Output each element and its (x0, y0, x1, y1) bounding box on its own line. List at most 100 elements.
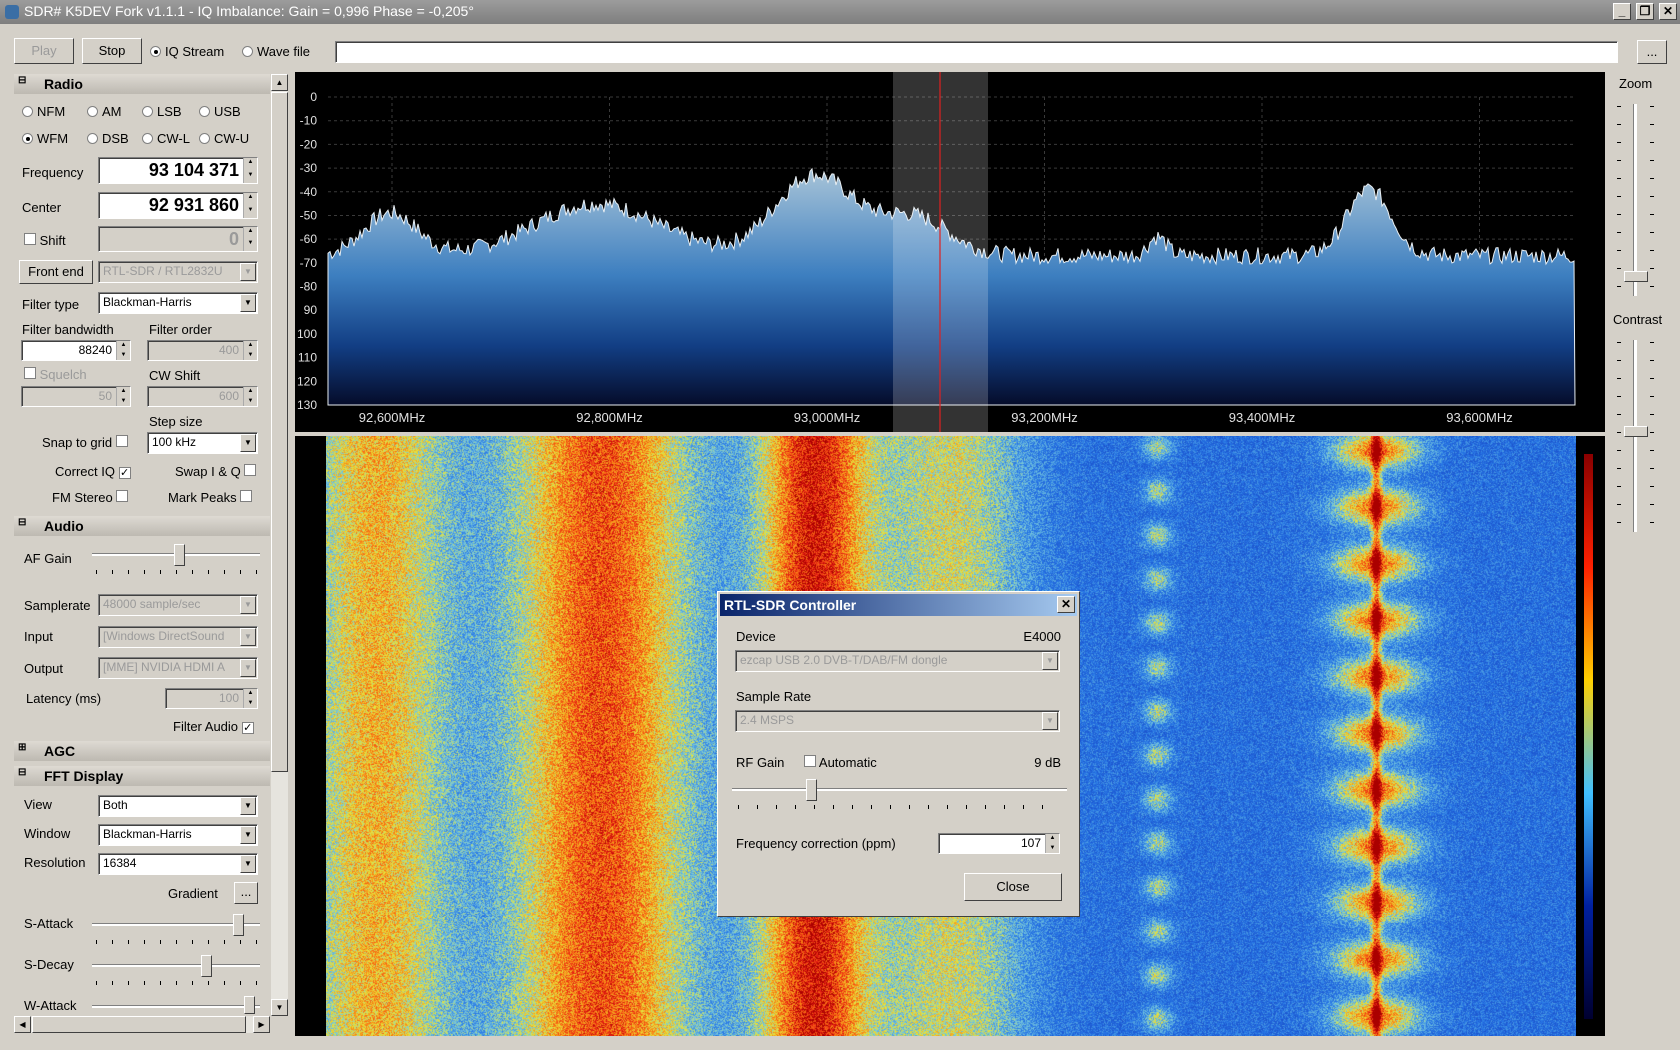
collapse-icon[interactable]: ⊟ (18, 767, 26, 778)
radio-section-header[interactable]: ⊟ Radio (14, 74, 270, 94)
latency-input[interactable]: 100 ▲ ▼ (165, 688, 258, 709)
s-decay-track[interactable] (92, 964, 260, 967)
scroll-thumb-h[interactable] (32, 1016, 246, 1033)
restore-icon[interactable]: ❐ (1636, 3, 1654, 20)
chevron-down-icon[interactable]: ▼ (1042, 712, 1058, 730)
mark-peaks-checkbox[interactable]: Mark Peaks (168, 490, 253, 505)
correct-iq-checkbox[interactable]: Correct IQ ✓ (55, 464, 131, 479)
w-attack-slider[interactable] (244, 996, 255, 1014)
squelch-checkbox[interactable]: Squelch (24, 367, 87, 382)
cw-shift-spinner[interactable]: ▲ ▼ (243, 387, 257, 406)
chevron-down-icon[interactable]: ▼ (240, 659, 256, 677)
front-end-select[interactable]: RTL-SDR / RTL2832U ▼ (98, 261, 258, 283)
scroll-up-icon[interactable]: ▲ (271, 74, 288, 91)
w-attack-track[interactable] (92, 1005, 260, 1008)
mode-cwl[interactable]: CW-L (142, 131, 190, 146)
center-spinner[interactable]: ▲ ▼ (243, 193, 257, 218)
panel-vertical-scrollbar[interactable]: ▲ ▼ (271, 74, 288, 1016)
filter-type-select[interactable]: Blackman-Harris ▼ (98, 292, 258, 314)
sample-rate-select[interactable]: 2.4 MSPS ▼ (735, 710, 1060, 732)
zoom-track[interactable] (1633, 104, 1637, 296)
center-input[interactable]: 92 931 860 ▲ ▼ (98, 192, 258, 219)
shift-spinner[interactable]: ▲ ▼ (243, 227, 257, 251)
step-size-select[interactable]: 100 kHz ▼ (147, 432, 258, 454)
collapse-icon[interactable]: ⊟ (18, 75, 26, 86)
spectrum-display[interactable]: 0-10-20-30-40-50-60-70-8090100110120130 … (295, 72, 1605, 432)
fft-section-header[interactable]: ⊟ FFT Display (14, 766, 270, 786)
close-icon[interactable]: ✕ (1659, 3, 1677, 20)
gradient-button[interactable]: ... (234, 882, 258, 904)
iq-stream-radio[interactable]: IQ Stream (150, 44, 224, 59)
scroll-thumb[interactable] (271, 92, 288, 772)
s-decay-slider[interactable] (201, 955, 212, 977)
rf-gain-slider[interactable] (806, 779, 817, 801)
filter-order-spinner[interactable]: ▲ ▼ (243, 341, 257, 360)
filter-bw-spinner[interactable]: ▲ ▼ (116, 341, 130, 360)
radio-dot (199, 106, 210, 117)
rf-gain-track[interactable] (732, 788, 1067, 791)
shift-checkbox[interactable]: Shift (24, 233, 66, 248)
mode-nfm[interactable]: NFM (22, 104, 65, 119)
scroll-down-icon[interactable]: ▼ (271, 999, 288, 1016)
frequency-spinner[interactable]: ▲ ▼ (243, 158, 257, 183)
freq-correction-input[interactable]: 107 ▲ ▼ (938, 833, 1060, 854)
swap-iq-checkbox[interactable]: Swap I & Q (175, 464, 257, 479)
close-button[interactable]: Close (964, 873, 1062, 901)
device-select[interactable]: ezcap USB 2.0 DVB-T/DAB/FM dongle ▼ (735, 650, 1060, 672)
af-gain-slider[interactable] (174, 544, 185, 566)
squelch-spinner[interactable]: ▲ ▼ (116, 387, 130, 406)
filter-bw-input[interactable]: 88240 ▲ ▼ (21, 340, 131, 361)
filter-order-input[interactable]: 400 ▲ ▼ (147, 340, 258, 361)
play-button[interactable]: Play (14, 38, 74, 64)
latency-spinner[interactable]: ▲ ▼ (243, 689, 257, 708)
chevron-down-icon[interactable]: ▼ (240, 263, 256, 281)
shift-input[interactable]: 0 ▲ ▼ (98, 226, 258, 252)
collapse-icon[interactable]: ⊟ (18, 517, 26, 528)
freq-correction-spinner[interactable]: ▲ ▼ (1045, 834, 1059, 853)
chevron-down-icon[interactable]: ▼ (240, 855, 256, 873)
front-end-button[interactable]: Front end (19, 260, 93, 284)
chevron-down-icon[interactable]: ▼ (240, 596, 256, 614)
window-select[interactable]: Blackman-Harris ▼ (98, 824, 258, 846)
frequency-input[interactable]: 93 104 371 ▲ ▼ (98, 157, 258, 184)
browse-button[interactable]: ... (1637, 40, 1667, 64)
chevron-down-icon[interactable]: ▼ (240, 628, 256, 646)
mode-lsb[interactable]: LSB (142, 104, 182, 119)
agc-section-header[interactable]: ⊞ AGC (14, 741, 270, 761)
automatic-checkbox[interactable]: Automatic (804, 755, 877, 770)
wave-file-path[interactable] (335, 41, 1618, 63)
cw-shift-input[interactable]: 600 ▲ ▼ (147, 386, 258, 407)
minimize-icon[interactable]: _ (1613, 3, 1631, 20)
scroll-right-icon[interactable]: ▶ (253, 1016, 270, 1033)
stop-button[interactable]: Stop (82, 38, 142, 64)
s-attack-slider[interactable] (233, 914, 244, 936)
dialog-close-icon[interactable]: ✕ (1057, 596, 1075, 613)
mode-usb[interactable]: USB (199, 104, 241, 119)
chevron-down-icon[interactable]: ▼ (240, 294, 256, 312)
mode-am[interactable]: AM (87, 104, 122, 119)
wave-file-radio[interactable]: Wave file (242, 44, 310, 59)
contrast-label: Contrast (1613, 312, 1663, 327)
mode-wfm[interactable]: WFM (22, 131, 68, 146)
view-select[interactable]: Both ▼ (98, 795, 258, 817)
zoom-slider[interactable] (1624, 271, 1648, 282)
snap-to-grid-checkbox[interactable]: Snap to grid (42, 435, 128, 450)
squelch-input[interactable]: 50 ▲ ▼ (21, 386, 131, 407)
chevron-down-icon[interactable]: ▼ (240, 797, 256, 815)
samplerate-select[interactable]: 48000 sample/sec ▼ (98, 594, 258, 616)
filter-audio-checkbox[interactable]: Filter Audio ✓ (173, 719, 254, 734)
chevron-down-icon[interactable]: ▼ (240, 434, 256, 452)
resolution-select[interactable]: 16384 ▼ (98, 853, 258, 875)
audio-section-header[interactable]: ⊟ Audio (14, 516, 270, 536)
mode-dsb[interactable]: DSB (87, 131, 129, 146)
output-select[interactable]: [MME] NVIDIA HDMI A ▼ (98, 657, 258, 679)
contrast-slider[interactable] (1624, 426, 1648, 437)
fm-stereo-checkbox[interactable]: FM Stereo (52, 490, 129, 505)
expand-icon[interactable]: ⊞ (18, 742, 26, 753)
input-select[interactable]: [Windows DirectSound ▼ (98, 626, 258, 648)
mode-cwu[interactable]: CW-U (199, 131, 249, 146)
chevron-down-icon[interactable]: ▼ (1042, 652, 1058, 670)
panel-horizontal-scrollbar[interactable]: ◀ ▶ (14, 1016, 270, 1033)
scroll-left-icon[interactable]: ◀ (14, 1016, 31, 1033)
chevron-down-icon[interactable]: ▼ (240, 826, 256, 844)
